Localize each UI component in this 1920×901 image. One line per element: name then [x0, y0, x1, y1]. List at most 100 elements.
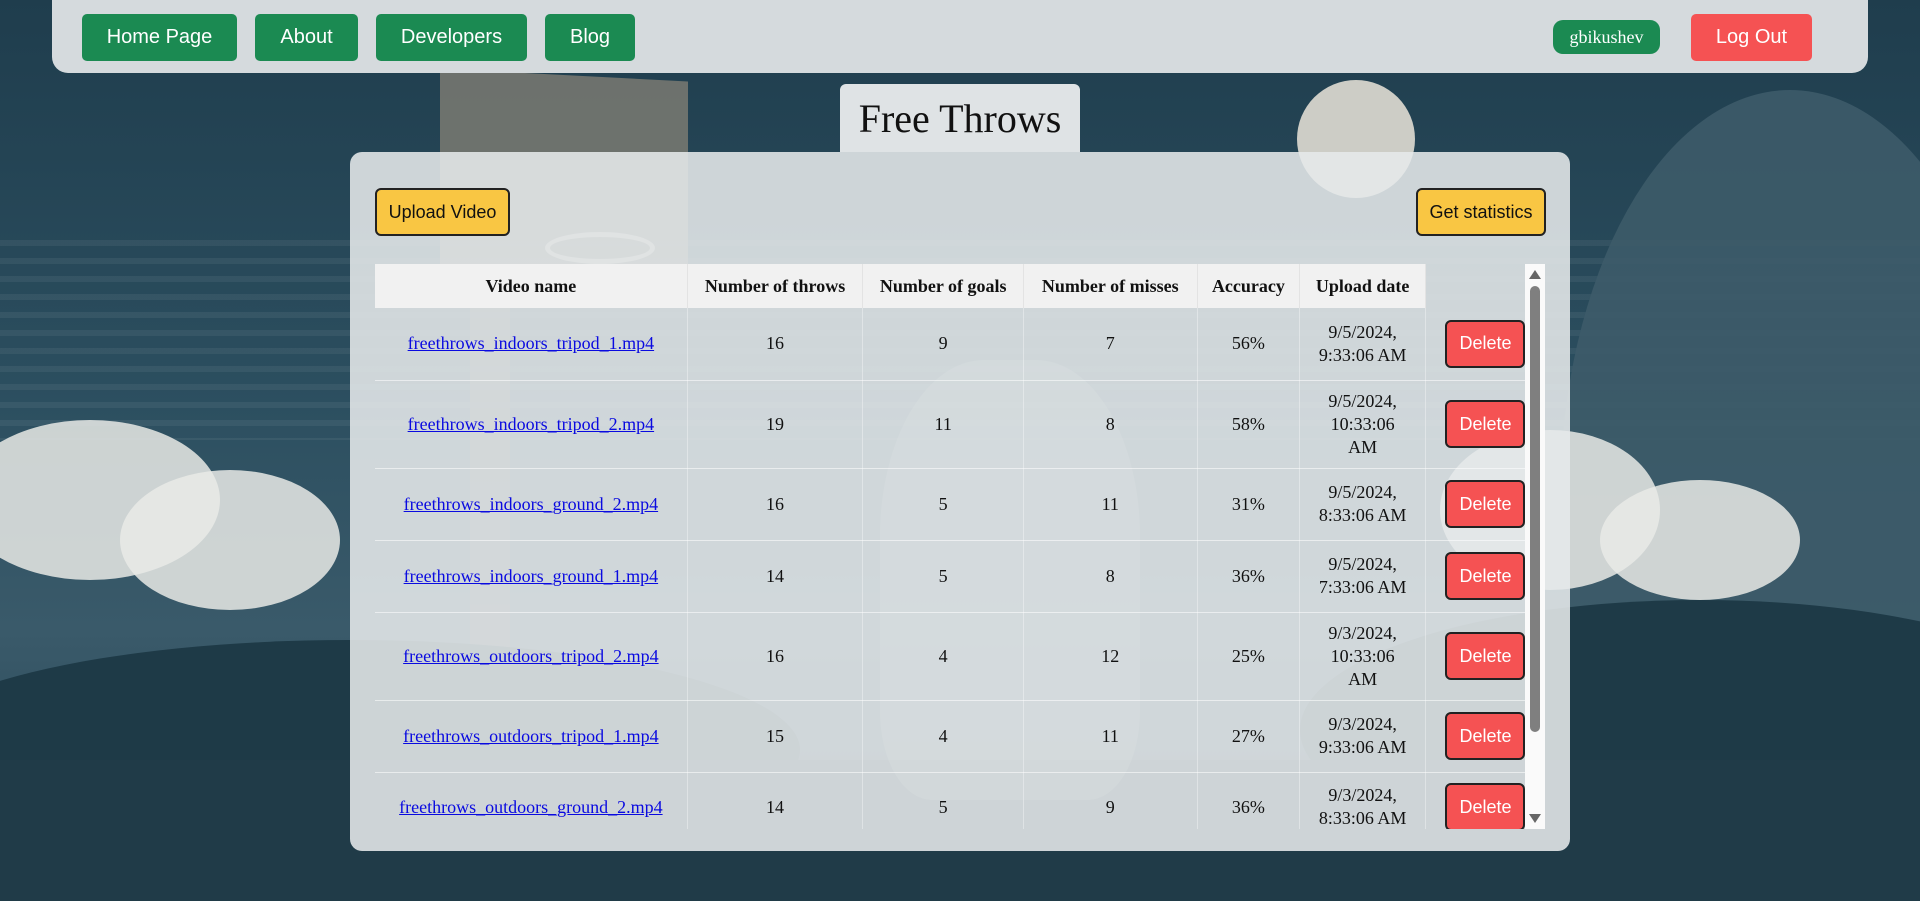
nav-blog-button[interactable]: Blog — [545, 14, 635, 61]
delete-button[interactable]: Delete — [1445, 632, 1526, 680]
video-name-cell: freethrows_indoors_tripod_2.mp4 — [375, 380, 688, 469]
scroll-thumb[interactable] — [1530, 286, 1540, 732]
delete-button[interactable]: Delete — [1445, 480, 1526, 528]
video-name-cell: freethrows_outdoors_tripod_1.mp4 — [375, 700, 688, 773]
video-link[interactable]: freethrows_indoors_ground_1.mp4 — [404, 566, 658, 586]
throws-cell: 16 — [687, 308, 864, 381]
video-link[interactable]: freethrows_outdoors_ground_2.mp4 — [399, 797, 662, 817]
throws-cell: 15 — [687, 700, 864, 773]
scroll-up-arrow-icon[interactable] — [1529, 270, 1541, 279]
date-line: 9/5/2024, — [1328, 482, 1397, 502]
accuracy-cell: 31% — [1197, 468, 1301, 541]
header-number-of-misses[interactable]: Number of misses — [1023, 264, 1198, 308]
date-line: 8:33:06 AM — [1318, 505, 1407, 525]
delete-button[interactable]: Delete — [1445, 400, 1526, 448]
header-number-of-throws[interactable]: Number of throws — [687, 264, 864, 308]
video-link[interactable]: freethrows_indoors_tripod_1.mp4 — [408, 333, 654, 353]
misses-cell: 12 — [1023, 612, 1198, 701]
header-accuracy[interactable]: Accuracy — [1197, 264, 1301, 308]
throws-cell: 14 — [687, 540, 864, 613]
misses-cell: 7 — [1023, 308, 1198, 381]
nav-developers-button[interactable]: Developers — [376, 14, 527, 61]
logout-button[interactable]: Log Out — [1691, 14, 1812, 61]
goals-cell: 9 — [862, 308, 1024, 381]
upload-date-cell: 9/3/2024, 8:33:06 AM — [1299, 772, 1426, 829]
goals-cell: 4 — [862, 612, 1024, 701]
goals-cell: 5 — [862, 772, 1024, 829]
date-line: 9:33:06 AM — [1318, 344, 1407, 365]
header-number-of-goals[interactable]: Number of goals — [862, 264, 1024, 308]
page-title: Free Throws — [840, 84, 1080, 152]
username-badge[interactable]: gbikushev — [1553, 20, 1660, 54]
get-statistics-button[interactable]: Get statistics — [1416, 188, 1546, 236]
video-link[interactable]: freethrows_outdoors_tripod_2.mp4 — [403, 646, 658, 666]
accuracy-cell: 36% — [1197, 540, 1301, 613]
nav-about-button[interactable]: About — [255, 14, 358, 61]
video-link[interactable]: freethrows_outdoors_tripod_1.mp4 — [403, 726, 658, 746]
misses-cell: 8 — [1023, 540, 1198, 613]
goals-cell: 5 — [862, 468, 1024, 541]
video-name-cell: freethrows_indoors_ground_1.mp4 — [375, 540, 688, 613]
video-link[interactable]: freethrows_indoors_ground_2.mp4 — [404, 494, 658, 514]
table-row: freethrows_outdoors_tripod_2.mp4 16 4 12 25%… — [375, 612, 1545, 701]
upload-date-cell: 9/5/2024, 9:33:06 AM — [1299, 308, 1426, 381]
videos-table: Video name Number of throws Number of go… — [375, 264, 1545, 829]
table-row: freethrows_indoors_tripod_1.mp4 16 9 7 56% 9/… — [375, 308, 1545, 381]
date-line: AM — [1348, 436, 1378, 457]
date-line: 9:33:06 AM — [1318, 737, 1407, 757]
date-line: 9/3/2024, — [1328, 785, 1397, 805]
delete-button[interactable]: Delete — [1445, 319, 1526, 368]
accuracy-cell: 58% — [1197, 380, 1301, 469]
date-line: 9/3/2024, — [1328, 714, 1397, 734]
header-upload-date[interactable]: Upload date — [1299, 264, 1426, 308]
date-line: 7:33:06 AM — [1318, 577, 1407, 597]
video-name-cell: freethrows_indoors_tripod_1.mp4 — [375, 308, 688, 381]
nav-home-button[interactable]: Home Page — [82, 14, 237, 61]
upload-date-cell: 9/3/2024, 9:33:06 AM — [1299, 700, 1426, 773]
top-navbar: Home Page About Developers Blog gbikushe… — [52, 0, 1868, 73]
videos-table-container[interactable]: Video name Number of throws Number of go… — [375, 264, 1545, 829]
accuracy-cell: 25% — [1197, 612, 1301, 701]
date-line: 10:33:06 — [1330, 413, 1395, 434]
upload-date-cell: 9/5/2024, 7:33:06 AM — [1299, 540, 1426, 613]
table-row: freethrows_outdoors_tripod_1.mp4 15 4 11 27%… — [375, 700, 1545, 773]
goals-cell: 5 — [862, 540, 1024, 613]
misses-cell: 8 — [1023, 380, 1198, 469]
scroll-down-arrow-icon[interactable] — [1529, 814, 1541, 823]
date-line: 9/5/2024, — [1328, 321, 1397, 342]
misses-cell: 11 — [1023, 700, 1198, 773]
goals-cell: 4 — [862, 700, 1024, 773]
throws-cell: 19 — [687, 380, 864, 469]
misses-cell: 11 — [1023, 468, 1198, 541]
video-name-cell: freethrows_indoors_ground_2.mp4 — [375, 468, 688, 541]
throws-cell: 16 — [687, 468, 864, 541]
date-line: 10:33:06 — [1330, 645, 1395, 666]
delete-button[interactable]: Delete — [1445, 783, 1526, 829]
video-name-cell: freethrows_outdoors_ground_2.mp4 — [375, 772, 688, 829]
table-body: freethrows_indoors_tripod_1.mp4 16 9 7 56% 9/… — [375, 308, 1545, 829]
date-line: 9/5/2024, — [1328, 554, 1397, 574]
date-line: AM — [1348, 668, 1378, 689]
date-line: 8:33:06 AM — [1318, 808, 1407, 828]
table-header-row: Video name Number of throws Number of go… — [375, 264, 1545, 308]
header-video-name[interactable]: Video name — [375, 264, 688, 308]
date-line: 9/3/2024, — [1328, 622, 1397, 643]
upload-date-cell: 9/3/2024, 10:33:06 AM — [1299, 612, 1426, 701]
accuracy-cell: 36% — [1197, 772, 1301, 829]
table-row: freethrows_outdoors_ground_2.mp4 14 5 9 36% 9… — [375, 772, 1545, 829]
upload-video-button[interactable]: Upload Video — [375, 188, 510, 236]
misses-cell: 9 — [1023, 772, 1198, 829]
accuracy-cell: 56% — [1197, 308, 1301, 381]
date-line: 9/5/2024, — [1328, 390, 1397, 411]
videos-panel: Upload Video Get statistics Video name N… — [350, 152, 1570, 851]
goals-cell: 11 — [862, 380, 1024, 469]
table-row: freethrows_indoors_tripod_2.mp4 19 11 8 58% 9… — [375, 380, 1545, 469]
delete-button[interactable]: Delete — [1445, 552, 1526, 600]
throws-cell: 16 — [687, 612, 864, 701]
video-link[interactable]: freethrows_indoors_tripod_2.mp4 — [408, 414, 654, 434]
upload-date-cell: 9/5/2024, 10:33:06 AM — [1299, 380, 1426, 469]
upload-date-cell: 9/5/2024, 8:33:06 AM — [1299, 468, 1426, 541]
delete-button[interactable]: Delete — [1445, 712, 1526, 760]
table-scrollbar[interactable] — [1525, 264, 1545, 829]
throws-cell: 14 — [687, 772, 864, 829]
